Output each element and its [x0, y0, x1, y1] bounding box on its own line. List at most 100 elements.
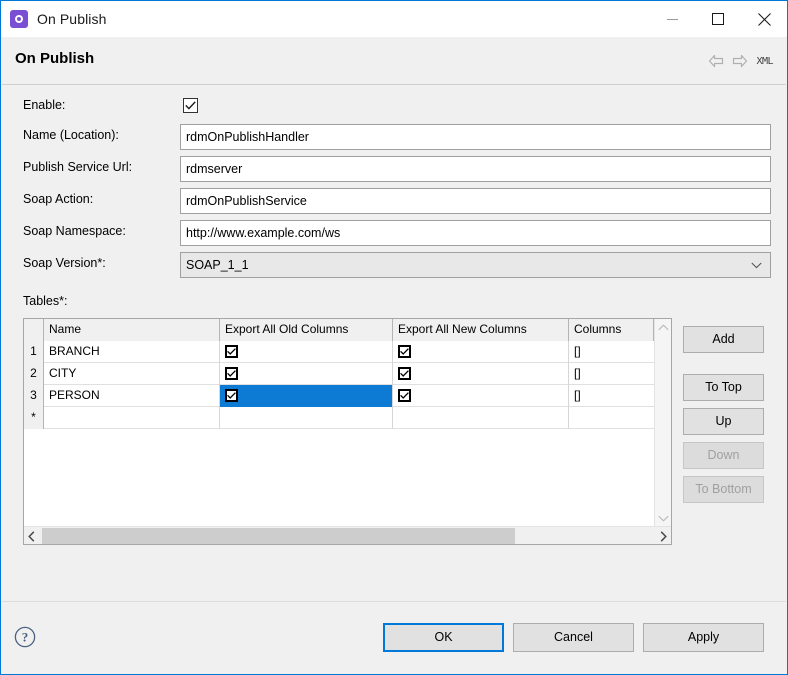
cell-export-new-empty[interactable] [393, 407, 569, 429]
soap-version-label: Soap Version*: [23, 256, 106, 270]
grid-header-columns[interactable]: Columns [569, 319, 654, 341]
title-bar: On Publish [1, 1, 787, 37]
add-button[interactable]: Add [683, 326, 764, 353]
cell-export-old[interactable] [220, 363, 393, 385]
row-number: 2 [24, 363, 44, 385]
soap-namespace-input[interactable] [180, 220, 771, 246]
soap-namespace-label: Soap Namespace: [23, 224, 126, 238]
dialog-body: Enable: Name (Location): Publish Service… [2, 86, 786, 601]
grid-horizontal-scrollbar[interactable] [24, 526, 671, 544]
scroll-up-icon[interactable] [658, 324, 669, 331]
cell-columns[interactable]: [] [569, 341, 654, 363]
app-icon-ring [15, 15, 23, 23]
checkmark-icon [400, 348, 409, 355]
table-row[interactable]: 1 BRANCH [24, 341, 654, 363]
new-row-marker: * [24, 407, 44, 429]
cancel-button[interactable]: Cancel [513, 623, 634, 652]
export-old-checkbox[interactable] [225, 345, 238, 358]
form-row-soap-version: Soap Version*: SOAP_1_1 [2, 252, 786, 278]
scroll-left-icon[interactable] [28, 531, 35, 542]
row-number: 3 [24, 385, 44, 407]
cell-columns-empty[interactable] [569, 407, 654, 429]
down-button: Down [683, 442, 764, 469]
name-input[interactable] [180, 124, 771, 150]
window-title: On Publish [37, 11, 106, 27]
cell-export-old[interactable] [220, 341, 393, 363]
help-icon[interactable]: ? [14, 626, 36, 648]
apply-button[interactable]: Apply [643, 623, 764, 652]
cell-export-new[interactable] [393, 341, 569, 363]
xml-link[interactable]: XML [756, 56, 773, 67]
table-row[interactable]: 3 PERSON [24, 385, 654, 407]
publish-service-url-label: Publish Service Url: [23, 160, 132, 174]
to-bottom-button: To Bottom [683, 476, 764, 503]
horizontal-scroll-thumb[interactable] [42, 528, 515, 544]
checkmark-icon [400, 392, 409, 399]
export-old-checkbox[interactable] [225, 367, 238, 380]
grid-header-name[interactable]: Name [44, 319, 220, 341]
export-new-checkbox[interactable] [398, 367, 411, 380]
soap-action-label: Soap Action: [23, 192, 93, 206]
page-title: On Publish [15, 50, 94, 67]
form-row-enable: Enable: [2, 94, 786, 120]
checkmark-icon [185, 101, 196, 110]
enable-label: Enable: [23, 98, 65, 112]
maximize-icon [712, 13, 724, 25]
cell-export-old-selected[interactable] [220, 385, 393, 407]
maximize-button[interactable] [695, 1, 741, 37]
export-new-checkbox[interactable] [398, 345, 411, 358]
export-new-checkbox[interactable] [398, 389, 411, 402]
cell-export-new[interactable] [393, 363, 569, 385]
form-row-soap-action: Soap Action: [2, 188, 786, 214]
to-top-button[interactable]: To Top [683, 374, 764, 401]
form-row-soap-namespace: Soap Namespace: [2, 220, 786, 246]
checkmark-icon [227, 370, 236, 377]
app-icon [10, 10, 28, 28]
scroll-down-icon[interactable] [658, 515, 669, 522]
close-button[interactable] [741, 1, 787, 37]
header-nav: XML [708, 54, 773, 68]
cell-name[interactable]: BRANCH [44, 341, 220, 363]
checkmark-icon [227, 392, 236, 399]
tables-grid: Name Export All Old Columns Export All N… [23, 318, 672, 545]
close-icon [758, 13, 771, 26]
cell-export-old-empty[interactable] [220, 407, 393, 429]
soap-version-select[interactable]: SOAP_1_1 [180, 252, 771, 278]
forward-arrow-icon[interactable] [732, 54, 748, 68]
ok-button[interactable]: OK [383, 623, 504, 652]
tables-label: Tables*: [23, 294, 67, 308]
grid-header-export-all-new-columns[interactable]: Export All New Columns [393, 319, 569, 341]
publish-service-url-input[interactable] [180, 156, 771, 182]
soap-action-input[interactable] [180, 188, 771, 214]
grid-header-row: Name Export All Old Columns Export All N… [24, 319, 654, 341]
grid-vertical-scrollbar[interactable] [654, 319, 671, 527]
cell-columns[interactable]: [] [569, 385, 654, 407]
cell-name[interactable]: PERSON [44, 385, 220, 407]
up-button[interactable]: Up [683, 408, 764, 435]
grid-header-rownum [24, 319, 44, 341]
row-number: 1 [24, 341, 44, 363]
form-row-publish-url: Publish Service Url: [2, 156, 786, 182]
grid-header-export-all-old-columns[interactable]: Export All Old Columns [220, 319, 393, 341]
scroll-right-icon[interactable] [660, 531, 667, 542]
dialog-header: On Publish XML [2, 37, 786, 85]
export-old-checkbox[interactable] [225, 389, 238, 402]
minimize-icon [667, 14, 678, 25]
soap-version-value: SOAP_1_1 [181, 258, 249, 272]
checkmark-icon [400, 370, 409, 377]
minimize-button[interactable] [649, 1, 695, 37]
cell-name-empty[interactable] [44, 407, 220, 429]
form-row-name: Name (Location): [2, 124, 786, 150]
window-controls [649, 1, 787, 37]
cell-columns[interactable]: [] [569, 363, 654, 385]
chevron-down-icon [751, 262, 762, 269]
cell-name[interactable]: CITY [44, 363, 220, 385]
checkmark-icon [227, 348, 236, 355]
svg-text:?: ? [22, 630, 29, 645]
table-row[interactable]: 2 CITY [24, 363, 654, 385]
table-new-row[interactable]: * [24, 407, 654, 429]
enable-checkbox[interactable] [183, 98, 198, 113]
dialog-window: On Publish On Publish [0, 0, 788, 675]
back-arrow-icon[interactable] [708, 54, 724, 68]
cell-export-new[interactable] [393, 385, 569, 407]
